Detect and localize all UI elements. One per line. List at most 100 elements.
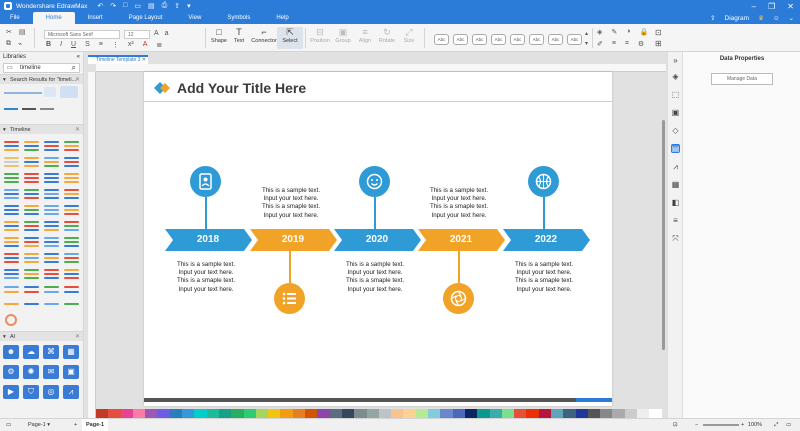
close-section-icon[interactable]: ✕ (75, 125, 80, 135)
vertical-scrollbar[interactable] (662, 120, 665, 350)
ai-location-icon[interactable]: ◎ (43, 385, 59, 399)
manage-data-button[interactable]: Manage Data (711, 73, 773, 85)
timeline-result-5[interactable] (22, 108, 36, 110)
style-swatch[interactable]: Abc (529, 34, 544, 45)
zoom-out-icon[interactable]: − (695, 419, 698, 431)
undo-icon[interactable]: ↶ (97, 2, 103, 10)
year-label-2019[interactable]: 2019 (263, 234, 323, 245)
color-swatch[interactable] (538, 409, 551, 418)
timeline-shape[interactable] (3, 202, 20, 215)
timeline-shape[interactable] (63, 186, 80, 199)
color-swatch[interactable] (341, 409, 355, 418)
timeline-shape[interactable] (3, 266, 20, 279)
ai-chip-icon[interactable]: ▦ (63, 345, 79, 359)
timeline-result-4[interactable] (4, 108, 18, 110)
ai-gear-icon[interactable]: ⚙ (3, 365, 19, 379)
timeline-shape[interactable] (63, 218, 80, 231)
cut-icon[interactable]: ✂ (6, 28, 12, 36)
color-swatch[interactable] (145, 409, 158, 418)
timeline-shape[interactable] (43, 218, 60, 231)
zoom-slider[interactable] (703, 424, 739, 426)
lock-icon[interactable]: 🔒 (640, 28, 649, 36)
fit-page-icon[interactable]: ⊡ (673, 419, 678, 431)
timeline-shape[interactable] (3, 154, 20, 167)
timeline-shape[interactable] (43, 170, 60, 183)
crop-icon[interactable]: ⌗ (625, 40, 629, 48)
milestone-circle-2021[interactable] (443, 283, 474, 314)
timeline-shape[interactable] (23, 234, 40, 247)
text-block-2020-bottom[interactable]: This is a sample text. Input your text h… (330, 261, 420, 294)
color-swatch[interactable] (255, 409, 269, 418)
format-painter-icon[interactable]: ⌁ (18, 40, 22, 48)
color-swatch[interactable] (329, 409, 342, 418)
color-swatch[interactable] (415, 409, 429, 418)
size-tool[interactable]: ⤢ Size (396, 27, 422, 44)
ai-chart-icon[interactable]: ⩘ (63, 385, 79, 399)
page-layout-icon[interactable]: ▭ (6, 419, 11, 431)
timeline-shape[interactable] (23, 250, 40, 263)
chart-panel-icon[interactable]: ⩘ (671, 162, 680, 171)
timeline-result-3[interactable] (60, 86, 78, 98)
color-swatch[interactable] (403, 409, 416, 418)
style-swatch[interactable]: Abc (453, 34, 468, 45)
scrollbar-thumb[interactable] (576, 398, 612, 402)
timeline-shape[interactable] (43, 298, 60, 311)
tab-view[interactable]: View (175, 12, 214, 24)
new-file-icon[interactable]: □ (123, 2, 127, 10)
color-swatch[interactable] (464, 409, 478, 418)
color-swatch[interactable] (206, 409, 219, 418)
close-icon[interactable]: ✕ (787, 2, 794, 11)
fill-icon[interactable]: ◈ (597, 28, 602, 36)
style-swatch[interactable]: Abc (491, 34, 506, 45)
timeline-ring-shape[interactable] (3, 314, 20, 327)
timeline-shape[interactable] (3, 186, 20, 199)
timeline-shape[interactable] (23, 282, 40, 295)
timeline-shape[interactable] (43, 250, 60, 263)
color-swatch[interactable] (637, 409, 650, 418)
timeline-shape[interactable] (63, 250, 80, 263)
timeline-shape[interactable] (63, 138, 80, 151)
timeline-shape[interactable] (3, 170, 20, 183)
timeline-shape[interactable] (43, 186, 60, 199)
maximize-icon[interactable]: ❐ (768, 2, 775, 11)
ai-cloud-icon[interactable]: ☁ (23, 345, 39, 359)
tab-insert[interactable]: Insert (75, 12, 116, 24)
timeline-section[interactable]: ▾ Timeline ✕ (0, 124, 83, 134)
expand-panel-icon[interactable]: » (671, 56, 680, 65)
color-swatch[interactable] (182, 409, 195, 418)
style-swatch[interactable]: Abc (434, 34, 449, 45)
align-text-icon[interactable]: ≣ (156, 41, 162, 49)
zoom-level[interactable]: 100% (748, 419, 762, 431)
timeline-shape[interactable] (23, 186, 40, 199)
color-swatch[interactable] (575, 409, 588, 418)
document-tab[interactable]: Timeline Template 3 ✕ (88, 55, 148, 64)
options-icon[interactable]: ⌄ (789, 14, 794, 22)
save-icon[interactable]: ▤ (148, 2, 155, 10)
page-tab[interactable]: Page-1 (82, 419, 109, 431)
color-swatch[interactable] (624, 409, 638, 418)
milestone-circle-2022[interactable] (528, 166, 559, 197)
timeline-shape[interactable] (63, 202, 80, 215)
strikethrough-icon[interactable]: S (85, 41, 90, 49)
timeline-shape[interactable] (43, 202, 60, 215)
line-style-icon[interactable]: ≡ (612, 40, 616, 48)
color-swatch[interactable] (268, 409, 281, 418)
table-panel-icon[interactable]: ▦ (671, 180, 680, 189)
timeline-shape[interactable] (23, 154, 40, 167)
style-panel-icon[interactable]: ⬚ (671, 90, 680, 99)
image-panel-icon[interactable]: ▣ (671, 108, 680, 117)
tab-home[interactable]: Home (32, 12, 75, 24)
add-page-icon[interactable]: + (74, 419, 77, 431)
color-swatch[interactable] (477, 409, 490, 418)
color-swatch[interactable] (108, 409, 121, 418)
timeline-result-6[interactable] (40, 108, 54, 110)
tab-help[interactable]: Help (263, 12, 301, 24)
connector-panel-icon[interactable]: ⤧ (671, 234, 680, 243)
line-color-icon[interactable]: ✎ (611, 28, 617, 36)
timeline-shape[interactable] (43, 154, 60, 167)
timeline-shape[interactable] (23, 298, 40, 311)
timeline-shape[interactable] (23, 266, 40, 279)
color-swatch[interactable] (218, 409, 232, 418)
milestone-circle-2020[interactable] (359, 166, 390, 197)
timeline-shape[interactable] (63, 234, 80, 247)
